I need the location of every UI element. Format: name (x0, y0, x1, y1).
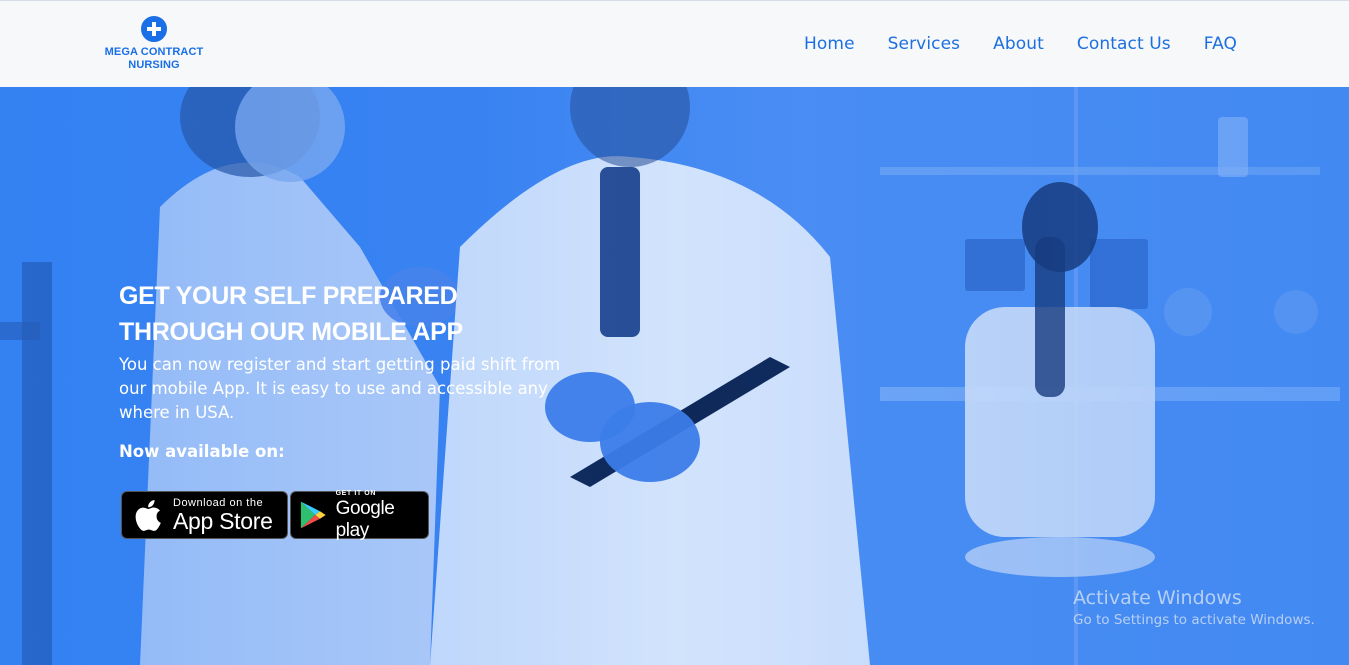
nav-contact-us[interactable]: Contact Us (1077, 33, 1171, 55)
logo[interactable]: MEGA CONTRACT NURSING (104, 16, 204, 72)
logo-text: MEGA CONTRACT NURSING (104, 46, 204, 71)
site-header: MEGA CONTRACT NURSING Home Services Abou… (0, 0, 1349, 87)
nav-faq[interactable]: FAQ (1204, 33, 1237, 55)
medical-cross-icon (141, 16, 167, 42)
google-play-big-text: Google play (335, 497, 395, 541)
hero-headline: GET YOUR SELF PREPARED THROUGH OUR MOBIL… (119, 278, 579, 350)
nav-home[interactable]: Home (804, 33, 855, 55)
apple-icon (135, 499, 161, 531)
hero-description: You can now register and start getting p… (119, 355, 561, 422)
hero-section: GET YOUR SELF PREPARED THROUGH OUR MOBIL… (0, 87, 1349, 665)
main-nav: Home Services About Contact Us FAQ (804, 33, 1237, 55)
google-play-small-text: GET IT ON (335, 489, 376, 497)
watermark-subtitle: Go to Settings to activate Windows. (1073, 612, 1315, 628)
windows-activation-watermark: Activate Windows Go to Settings to activ… (1073, 587, 1315, 629)
nav-services[interactable]: Services (888, 33, 961, 55)
headline-line-1: GET YOUR SELF PREPARED (119, 282, 458, 310)
app-store-button[interactable]: Download on the App Store (121, 491, 288, 539)
google-play-button[interactable]: GET IT ON Google play (290, 489, 429, 541)
headline-line-2: THROUGH OUR MOBILE APP (119, 318, 463, 346)
app-store-small-text: Download on the (173, 496, 264, 509)
store-buttons: Download on the App Store GET IT ON Goog… (121, 489, 429, 541)
hero-content: GET YOUR SELF PREPARED THROUGH OUR MOBIL… (119, 278, 579, 463)
app-store-big-text: App Store (173, 507, 273, 534)
google-play-icon (300, 501, 326, 529)
nav-about[interactable]: About (993, 33, 1044, 55)
watermark-title: Activate Windows (1073, 587, 1242, 609)
available-on-label: Now available on: (119, 442, 285, 461)
